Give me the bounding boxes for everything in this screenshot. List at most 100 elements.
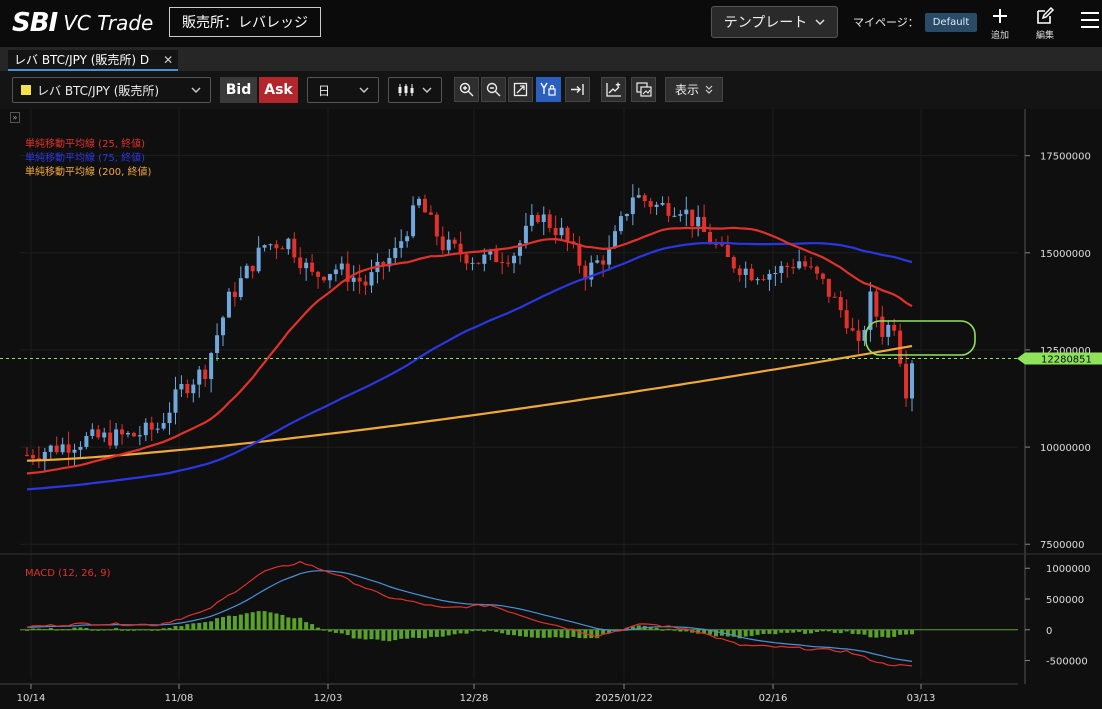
jump-to-latest-button[interactable] <box>565 77 590 102</box>
zoom-in-button[interactable] <box>454 77 479 102</box>
macd-histogram-bar <box>494 629 499 632</box>
candle-body <box>880 316 885 337</box>
compare-button[interactable] <box>631 77 656 102</box>
macd-histogram-bar <box>304 622 309 630</box>
candle-body <box>369 272 374 286</box>
macd-histogram-bar <box>452 629 457 635</box>
macd-histogram-bar <box>90 629 95 631</box>
macd-histogram-bar <box>226 615 231 630</box>
price-axis-label: 10000000 <box>1040 443 1091 454</box>
macd-histogram-bar <box>488 629 493 631</box>
close-icon[interactable]: ✕ <box>163 53 173 67</box>
hamburger-menu-icon[interactable] <box>1081 12 1099 28</box>
fit-button[interactable] <box>508 77 533 102</box>
macd-histogram-bar <box>904 629 909 635</box>
candle-body <box>648 201 653 207</box>
candle-body <box>30 455 35 459</box>
candle-body <box>654 204 659 207</box>
candle-body <box>755 279 760 281</box>
macd-histogram-bar <box>137 629 142 631</box>
candle-body <box>636 195 641 198</box>
chart-type-select[interactable] <box>388 77 442 103</box>
time-axis-label: 10/14 <box>17 693 46 704</box>
y-axis-lock-button[interactable] <box>536 77 561 102</box>
macd-histogram-bar <box>108 629 113 631</box>
candle-body <box>577 243 582 266</box>
candle-body <box>731 257 736 269</box>
macd-histogram-bar <box>803 629 808 634</box>
candle-body <box>660 203 665 205</box>
candle-body <box>238 278 243 298</box>
display-menu-label: 表示 <box>674 83 699 97</box>
macd-histogram-bar <box>387 629 392 642</box>
candle-body <box>292 238 297 258</box>
macd-histogram-bar <box>232 615 237 630</box>
add-indicator-icon <box>605 82 621 97</box>
macd-histogram-bar <box>155 629 160 631</box>
add-indicator-button[interactable] <box>601 77 626 102</box>
candle-body <box>607 247 612 265</box>
logo-sbi-text: SBI <box>12 8 58 38</box>
macd-histogram-bar <box>838 629 843 634</box>
macd-histogram-bar <box>96 629 101 631</box>
candle-body <box>440 236 445 251</box>
macd-histogram-bar <box>898 629 903 635</box>
legend-sma-25: 単純移動平均線 (25, 終値) <box>25 139 146 150</box>
chart-tab[interactable]: レバ BTC/JPY (販売所) D ✕ <box>8 50 178 71</box>
macd-histogram-bar <box>547 629 552 638</box>
candle-body <box>595 260 600 263</box>
macd-histogram-bar <box>500 629 505 634</box>
candle-body <box>797 261 802 269</box>
candle-body <box>262 245 267 248</box>
macd-histogram-bar <box>458 629 463 634</box>
template-dropdown[interactable]: テンプレート <box>711 6 838 38</box>
macd-histogram-bar <box>393 629 398 641</box>
macd-histogram-bar <box>541 629 546 638</box>
candle-body <box>96 429 101 438</box>
macd-histogram-bar <box>54 629 59 631</box>
macd-axis-label: -500000 <box>1046 657 1088 668</box>
candle-body <box>541 214 546 222</box>
timeframe-select[interactable]: 日 <box>307 77 379 103</box>
price-chart-area[interactable]: 17500000 15000000 12500000 10000000 7500000 1… <box>0 109 1102 709</box>
time-axis-label: 02/16 <box>759 693 788 704</box>
macd-histogram-bar <box>167 627 172 630</box>
candle-body <box>529 214 534 226</box>
candle-body <box>434 214 439 237</box>
macd-histogram-bar <box>440 629 445 637</box>
add-button[interactable]: 追加 <box>986 6 1014 41</box>
macd-histogram-bar <box>743 629 748 637</box>
expand-panel-icon[interactable]: » <box>10 112 20 123</box>
ask-button[interactable]: Ask <box>259 77 298 103</box>
candle-body <box>286 238 291 250</box>
mypage-default-button[interactable]: Default <box>925 13 977 32</box>
price-chart[interactable]: 1750000015000000125000001000000075000001… <box>0 109 1102 709</box>
candle-body <box>333 269 338 275</box>
macd-histogram-bar <box>48 627 53 630</box>
candle-body <box>446 239 451 251</box>
edit-button[interactable]: 編集 <box>1031 6 1059 41</box>
macd-histogram-bar <box>434 629 439 637</box>
zoom-out-button[interactable] <box>481 77 506 102</box>
candle-body <box>809 266 814 268</box>
candle-body <box>803 261 808 267</box>
macd-histogram-bar <box>482 629 487 632</box>
symbol-select[interactable]: レバ BTC/JPY (販売所) <box>12 77 211 103</box>
candle-body <box>613 231 618 248</box>
candle-body <box>209 353 214 379</box>
candle-body <box>630 197 635 215</box>
macd-histogram-bar <box>464 629 469 634</box>
candle-body <box>304 262 309 269</box>
bid-button[interactable]: Bid <box>220 77 257 103</box>
candle-body <box>60 444 65 453</box>
display-menu-button[interactable]: 表示 <box>665 77 723 102</box>
candle-body <box>399 241 404 248</box>
macd-histogram-bar <box>310 624 315 630</box>
macd-histogram-bar <box>814 629 819 632</box>
macd-histogram-bar <box>268 612 273 630</box>
time-axis-label: 11/08 <box>165 693 194 704</box>
candle-body <box>54 445 59 453</box>
sbi-vc-trade-logo[interactable]: SBI VC Trade <box>12 8 153 38</box>
candle-body <box>832 296 837 298</box>
candle-body <box>339 263 344 270</box>
